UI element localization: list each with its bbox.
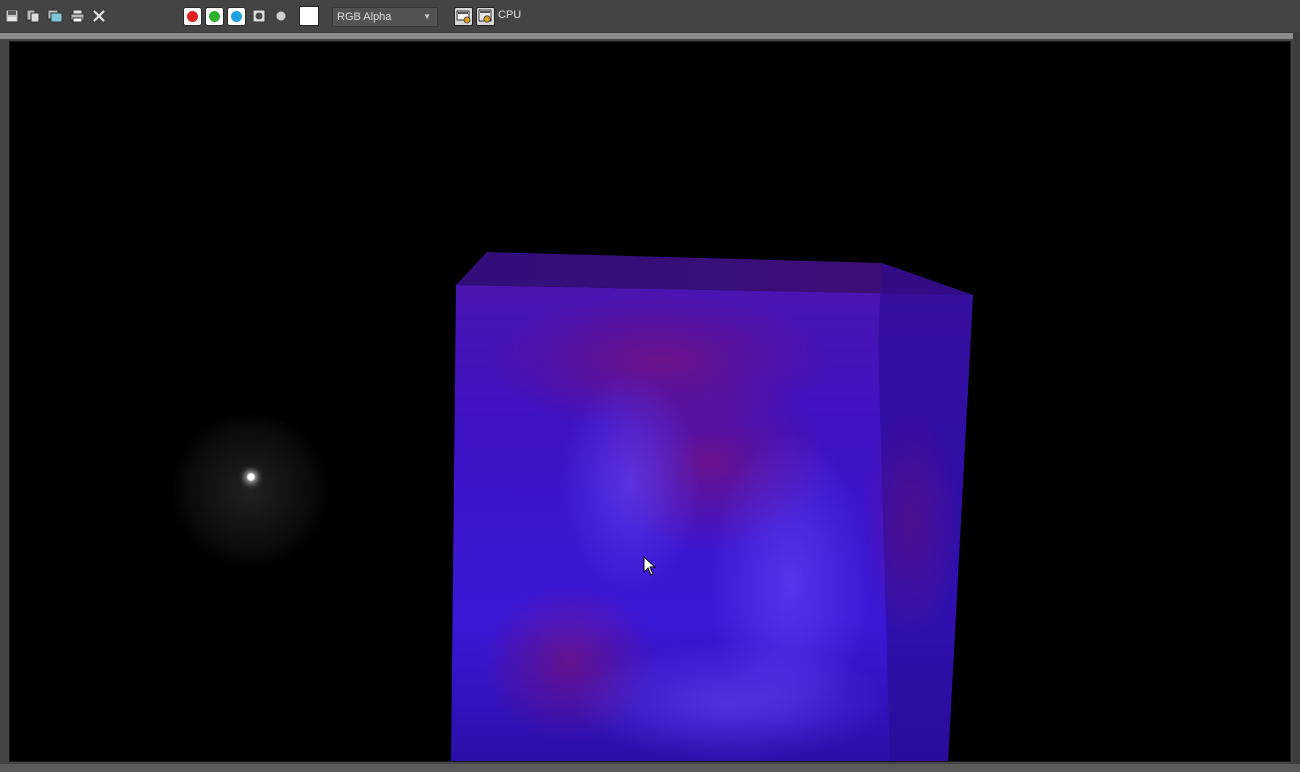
render-settings-icon[interactable]: [476, 7, 495, 26]
chevron-down-icon: ▼: [423, 12, 431, 21]
light-glow: [170, 414, 330, 566]
rendered-scene: [451, 252, 973, 761]
alpha-channel-icon[interactable]: [250, 7, 268, 25]
right-panel-edge: [1293, 33, 1300, 772]
cpu-label: CPU: [498, 9, 522, 21]
display-channel-dropdown[interactable]: RGB Alpha ▼: [332, 7, 438, 27]
display-channel-value: RGB Alpha: [337, 11, 392, 23]
render-window-icon[interactable]: [454, 7, 473, 26]
red-channel-toggle[interactable]: [183, 7, 202, 26]
mouse-cursor-icon: [643, 556, 657, 576]
blue-channel-toggle[interactable]: [227, 7, 246, 26]
green-channel-icon: [209, 11, 220, 22]
clear-icon[interactable]: [90, 7, 108, 25]
clone-window-icon[interactable]: [24, 7, 42, 25]
point-light: [246, 472, 256, 482]
print-icon[interactable]: [68, 7, 86, 25]
render-frame-toolbar: RGB Alpha ▼ CPU: [0, 0, 1300, 33]
green-channel-toggle[interactable]: [205, 7, 224, 26]
clear-color-swatch[interactable]: [299, 6, 319, 26]
monochrome-icon[interactable]: [272, 7, 290, 25]
render-progress-strip: [0, 33, 1293, 39]
bottom-status-strip: [0, 764, 1300, 772]
red-channel-icon: [187, 11, 198, 22]
save-image-icon[interactable]: [3, 7, 21, 25]
render-viewport: [9, 41, 1291, 762]
blue-channel-icon: [231, 11, 242, 22]
copy-image-icon[interactable]: [46, 7, 64, 25]
